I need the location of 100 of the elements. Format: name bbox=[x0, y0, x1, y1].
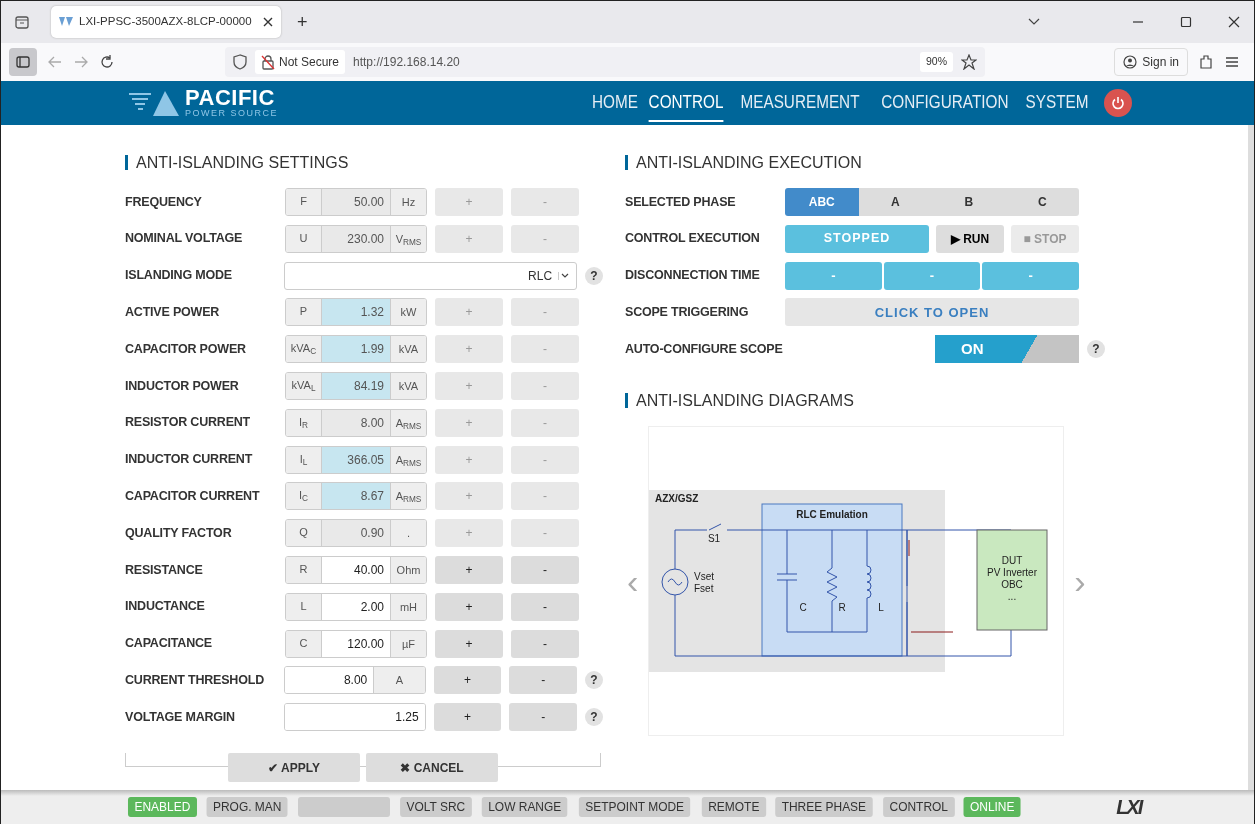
value-text: 1.99 bbox=[322, 336, 390, 363]
brand-name: PACIFIC bbox=[185, 88, 276, 108]
phase-option[interactable]: B bbox=[932, 188, 1006, 216]
decrement-button[interactable]: - bbox=[511, 592, 579, 621]
close-icon[interactable] bbox=[1228, 16, 1240, 28]
field-label: CAPACITANCE bbox=[125, 635, 213, 653]
symbol-label: I$_{L}$ bbox=[286, 446, 322, 473]
status-indicator: VOLT SRC bbox=[400, 797, 472, 817]
help-button[interactable]: ? bbox=[585, 671, 603, 690]
section-title: ANTI-ISLANDING DIAGRAMS bbox=[625, 393, 1115, 409]
symbol-label: Q bbox=[286, 520, 322, 547]
unit-label: mH bbox=[390, 593, 426, 620]
sign-in-button[interactable]: Sign in bbox=[1114, 48, 1188, 76]
reload-icon[interactable] bbox=[99, 54, 115, 70]
nav-link[interactable]: MEASUREMENT bbox=[740, 84, 860, 122]
unit-label: kVA bbox=[390, 373, 426, 399]
field-label: QUALITY FACTOR bbox=[125, 524, 233, 542]
input-group[interactable]: 8.00 A bbox=[284, 666, 426, 695]
security-label: Not Secure bbox=[279, 54, 340, 71]
nav-link[interactable]: CONTROL bbox=[648, 84, 724, 122]
cancel-button[interactable]: ✖ CANCEL bbox=[366, 753, 498, 783]
browser-tab[interactable]: LXI-PPSC-3500AZX-8LCP-00000 bbox=[51, 6, 281, 38]
phase-option[interactable]: ABC bbox=[785, 188, 859, 216]
phase-option[interactable]: A bbox=[858, 188, 932, 216]
zoom-level[interactable]: 90% bbox=[920, 52, 953, 72]
increment-button[interactable]: + bbox=[435, 592, 503, 621]
field-label: CAPACITOR CURRENT bbox=[125, 488, 261, 505]
maximize-icon[interactable] bbox=[1180, 16, 1192, 28]
symbol-label: R bbox=[286, 556, 322, 583]
field-label: ISLANDING MODE bbox=[125, 267, 233, 285]
chevron-down-icon[interactable] bbox=[1028, 18, 1040, 26]
status-indicator: PROG. MAN bbox=[206, 797, 288, 817]
nav-link[interactable]: HOME bbox=[592, 84, 639, 122]
sidebar-icon[interactable] bbox=[9, 48, 37, 76]
increment-button[interactable]: + bbox=[435, 629, 503, 658]
close-icon[interactable] bbox=[263, 17, 273, 27]
power-button[interactable] bbox=[1104, 89, 1132, 117]
field-label: RESISTANCE bbox=[125, 561, 204, 579]
apply-button[interactable]: ✔ APPLY bbox=[228, 753, 360, 783]
input-group[interactable]: R 40.00 Ohm bbox=[285, 555, 427, 584]
increment-button[interactable]: + bbox=[435, 555, 503, 584]
new-tab-button[interactable]: + bbox=[297, 8, 308, 36]
decrement-button[interactable]: - bbox=[511, 555, 579, 584]
symbol-label: P bbox=[286, 299, 322, 326]
help-button[interactable]: ? bbox=[1087, 340, 1105, 359]
unit-label: Ohm bbox=[390, 556, 426, 583]
unit-label: kVA bbox=[390, 336, 426, 363]
lock-icon bbox=[261, 54, 275, 70]
value-field[interactable]: 1.25 bbox=[285, 704, 425, 731]
status-indicator: ENABLED bbox=[128, 797, 197, 817]
menu-icon[interactable] bbox=[1224, 54, 1240, 70]
symbol-label: I$_{R}$ bbox=[286, 409, 322, 436]
status-indicator: LOW RANGE bbox=[481, 797, 568, 817]
tab-list-icon[interactable] bbox=[14, 14, 30, 30]
star-icon[interactable] bbox=[961, 54, 977, 70]
lxi-logo: LXI bbox=[1116, 795, 1142, 820]
status-indicator: THREE PHASE bbox=[775, 797, 873, 817]
status-indicator: SETPOINT MODE bbox=[579, 797, 691, 817]
section-title: ANTI-ISLANDING EXECUTION bbox=[625, 155, 1115, 170]
field-label: INDUCTOR CURRENT bbox=[125, 451, 254, 469]
address-bar[interactable]: Not Secure http://192.168.14.20 90% bbox=[225, 47, 985, 77]
field-label: ACTIVE POWER bbox=[125, 304, 221, 321]
caret-icon bbox=[558, 271, 571, 280]
field-label: CAPACITOR POWER bbox=[125, 340, 247, 358]
symbol-label: F bbox=[286, 189, 322, 215]
field-label: VOLTAGE MARGIN bbox=[125, 708, 236, 726]
unit-label: V$_{RMS}$ bbox=[390, 225, 426, 252]
value-text: 230.00 bbox=[322, 225, 390, 252]
time-value: - bbox=[883, 261, 981, 290]
time-value: - bbox=[785, 261, 882, 290]
decrement-button[interactable]: - bbox=[509, 666, 578, 695]
nav-link[interactable]: CONFIGURATION bbox=[881, 84, 1009, 122]
help-button[interactable]: ? bbox=[585, 708, 603, 727]
decrement-button[interactable]: - bbox=[511, 629, 579, 658]
account-icon bbox=[1123, 55, 1138, 69]
input-group[interactable]: L 2.00 mH bbox=[285, 592, 427, 621]
field-label: DISCONNECTION TIME bbox=[625, 267, 761, 285]
help-button[interactable]: ? bbox=[585, 266, 603, 285]
phase-option[interactable]: C bbox=[1005, 188, 1079, 216]
nav-link[interactable]: SYSTEM bbox=[1025, 84, 1089, 122]
value-text: 0.90 bbox=[322, 520, 390, 547]
decrement-button[interactable]: - bbox=[509, 703, 578, 732]
symbol-label: kVA$_{C}$ bbox=[286, 336, 322, 363]
increment-button[interactable]: + bbox=[433, 666, 502, 695]
brand-tagline: POWER SOURCE bbox=[185, 108, 278, 118]
field-label: CONTROL EXECUTION bbox=[625, 230, 761, 248]
shield-icon bbox=[233, 54, 247, 70]
status-indicator: ONLINE bbox=[963, 797, 1021, 817]
mode-select[interactable]: RLC bbox=[284, 261, 578, 290]
increment-button[interactable]: + bbox=[433, 703, 502, 732]
run-button[interactable]: ▶ RUN bbox=[936, 224, 1004, 253]
time-value: - bbox=[982, 261, 1079, 290]
value-text: 1.32 bbox=[322, 299, 390, 326]
field-label: RESISTOR CURRENT bbox=[125, 414, 252, 432]
field-label: AUTO-CONFIGURE SCOPE bbox=[625, 340, 784, 358]
extensions-icon[interactable] bbox=[1198, 54, 1214, 70]
value-text: 366.05 bbox=[322, 446, 390, 473]
status-indicator: CONTROL bbox=[883, 797, 955, 817]
input-group[interactable]: C 120.00 µF bbox=[285, 629, 427, 658]
field-label: INDUCTOR POWER bbox=[125, 377, 240, 395]
